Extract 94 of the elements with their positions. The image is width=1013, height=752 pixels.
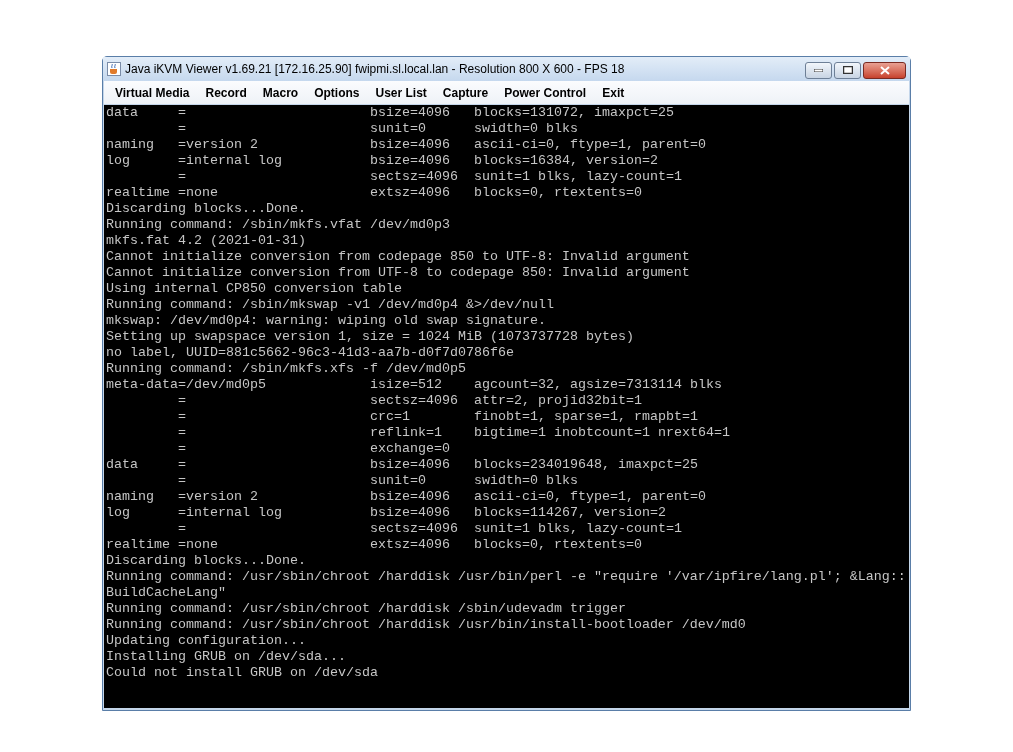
console-line: mkfs.fat 4.2 (2021-01-31) xyxy=(106,233,306,248)
console-detail: ascii-ci=0, ftype=1, parent=0 xyxy=(474,489,706,505)
console-line: Using internal CP850 conversion table xyxy=(106,281,402,296)
console-line: Running command: /sbin/mkfs.vfat /dev/md0p3 xyxy=(106,217,450,232)
console-detail: sunit=1 blks, lazy-count=1 xyxy=(474,169,682,185)
console-param: reflink=1 xyxy=(370,425,442,440)
console-line: mkswap: /dev/md0p4: warning: wiping old swap signature. xyxy=(106,313,546,328)
console-detail: agcount=32, agsize=7313114 blks xyxy=(474,377,722,393)
close-button[interactable] xyxy=(863,61,906,79)
menu-item[interactable]: Options xyxy=(306,83,368,102)
maximize-icon xyxy=(842,66,853,74)
console-detail: blocks=234019648, imaxpct=25 xyxy=(474,457,698,473)
console-param: bsize=4096 xyxy=(370,505,450,520)
cup-icon xyxy=(107,62,121,76)
console-label: data xyxy=(106,105,138,120)
console-param: bsize=4096 xyxy=(370,153,450,168)
console-line: Could not install GRUB on /dev/sda xyxy=(106,665,378,680)
console-detail: swidth=0 blks xyxy=(474,473,578,489)
console-param: sunit=0 xyxy=(370,473,426,488)
console-value: = xyxy=(178,457,186,472)
console-line: Running command: /usr/sbin/chroot /harddisk /usr/bin/install-bootloader /dev/md0 xyxy=(106,617,746,632)
console-label: realtime xyxy=(106,185,170,200)
console-line: no label, UUID=881c5662-96c3-41d3-aa7b-d0f7d0786f6e xyxy=(106,345,514,360)
menu-item[interactable]: Power Control xyxy=(496,83,595,102)
menu-item[interactable]: Capture xyxy=(434,83,497,102)
console-line: Discarding blocks...Done. xyxy=(106,553,306,568)
console-value: = xyxy=(178,441,186,456)
console-detail: attr=2, projid32bit=1 xyxy=(474,393,642,409)
console-detail: blocks=0, rtextents=0 xyxy=(474,185,642,201)
console-value: = xyxy=(178,409,186,424)
console-label: naming xyxy=(106,489,154,504)
console-value: =none xyxy=(178,537,218,552)
close-icon xyxy=(879,65,890,75)
console-line: Installing GRUB on /dev/sda... xyxy=(106,649,346,664)
console-value: = xyxy=(178,105,186,120)
console-value: = xyxy=(178,425,186,440)
console-label: naming xyxy=(106,137,154,152)
console-detail: bigtime=1 inobtcount=1 nrext64=1 xyxy=(474,425,730,441)
console-value: = xyxy=(178,169,186,184)
console-line: Updating configuration... xyxy=(106,633,306,648)
console-param: sectsz=4096 xyxy=(370,393,458,408)
menu-item[interactable]: Record xyxy=(197,83,255,102)
console-param: exchange=0 xyxy=(370,441,450,456)
console-detail: blocks=114267, version=2 xyxy=(474,505,666,521)
console-param: isize=512 xyxy=(370,377,442,392)
console-param: sectsz=4096 xyxy=(370,521,458,536)
console-param: bsize=4096 xyxy=(370,105,450,120)
console-value: =version 2 xyxy=(178,489,258,504)
console-param: crc=1 xyxy=(370,409,410,424)
console-value: = xyxy=(178,121,186,136)
console-line: Running command: /sbin/mkswap -v1 /dev/md0p4 &>/dev/null xyxy=(106,297,554,312)
window-title: Java iKVM Viewer v1.69.21 [172.16.25.90] fwipmi.sl.local.lan - Resolution 800 X 600 - FPS 18 xyxy=(125,61,625,78)
minimize-button[interactable] xyxy=(805,61,832,79)
console-label: log xyxy=(106,153,130,168)
console-value: =none xyxy=(178,185,218,200)
console-value: =version 2 xyxy=(178,137,258,152)
console-param: sunit=0 xyxy=(370,121,426,136)
console-value: =/dev/md0p5 xyxy=(178,377,266,392)
menu-item[interactable]: Exit xyxy=(594,83,633,102)
console-value: = xyxy=(178,393,186,408)
console-label: log xyxy=(106,505,130,520)
console-value: = xyxy=(178,521,186,536)
console-param: extsz=4096 xyxy=(370,537,450,552)
console-detail: finobt=1, sparse=1, rmapbt=1 xyxy=(474,409,698,425)
console-param: bsize=4096 xyxy=(370,489,450,504)
console-line: Running command: /usr/sbin/chroot /harddisk /sbin/udevadm trigger xyxy=(106,601,626,616)
console-detail: sunit=1 blks, lazy-count=1 xyxy=(474,521,682,537)
console-detail: ascii-ci=0, ftype=1, parent=0 xyxy=(474,137,706,153)
console-detail: swidth=0 blks xyxy=(474,121,578,137)
console-line: Discarding blocks...Done. xyxy=(106,201,306,216)
menu-item[interactable]: Virtual Media xyxy=(107,83,198,102)
console-detail: blocks=131072, imaxpct=25 xyxy=(474,105,674,121)
console-detail: blocks=0, rtextents=0 xyxy=(474,537,642,553)
console-line: Cannot initialize conversion from UTF-8 to codepage 850: Invalid argument xyxy=(106,265,690,280)
console-param: sectsz=4096 xyxy=(370,169,458,184)
console-line: Cannot initialize conversion from codepage 850 to UTF-8: Invalid argument xyxy=(106,249,690,264)
console-line: BuildCacheLang" xyxy=(106,585,226,600)
maximize-button[interactable] xyxy=(834,61,861,79)
console-line: Running command: /sbin/mkfs.xfs -f /dev/md0p5 xyxy=(106,361,466,376)
console-param: extsz=4096 xyxy=(370,185,450,200)
console-line: Setting up swapspace version 1, size = 1024 MiB (1073737728 bytes) xyxy=(106,329,634,344)
console-value: =internal log xyxy=(178,153,282,168)
console-line: Running command: /usr/sbin/chroot /harddisk /usr/bin/perl -e "require '/var/ipfire/lang.pl'; &Lang:: xyxy=(106,569,906,584)
console-param: bsize=4096 xyxy=(370,137,450,152)
console-detail: blocks=16384, version=2 xyxy=(474,153,658,169)
console-label: data xyxy=(106,457,138,472)
console-label: meta-data xyxy=(106,377,178,392)
menu-item[interactable]: User List xyxy=(367,83,435,102)
minimize-icon xyxy=(814,68,823,72)
menu-item[interactable]: Macro xyxy=(254,83,307,102)
console-label: realtime xyxy=(106,537,170,552)
console-value: = xyxy=(178,473,186,488)
console-value: =internal log xyxy=(178,505,282,520)
console-param: bsize=4096 xyxy=(370,457,450,472)
